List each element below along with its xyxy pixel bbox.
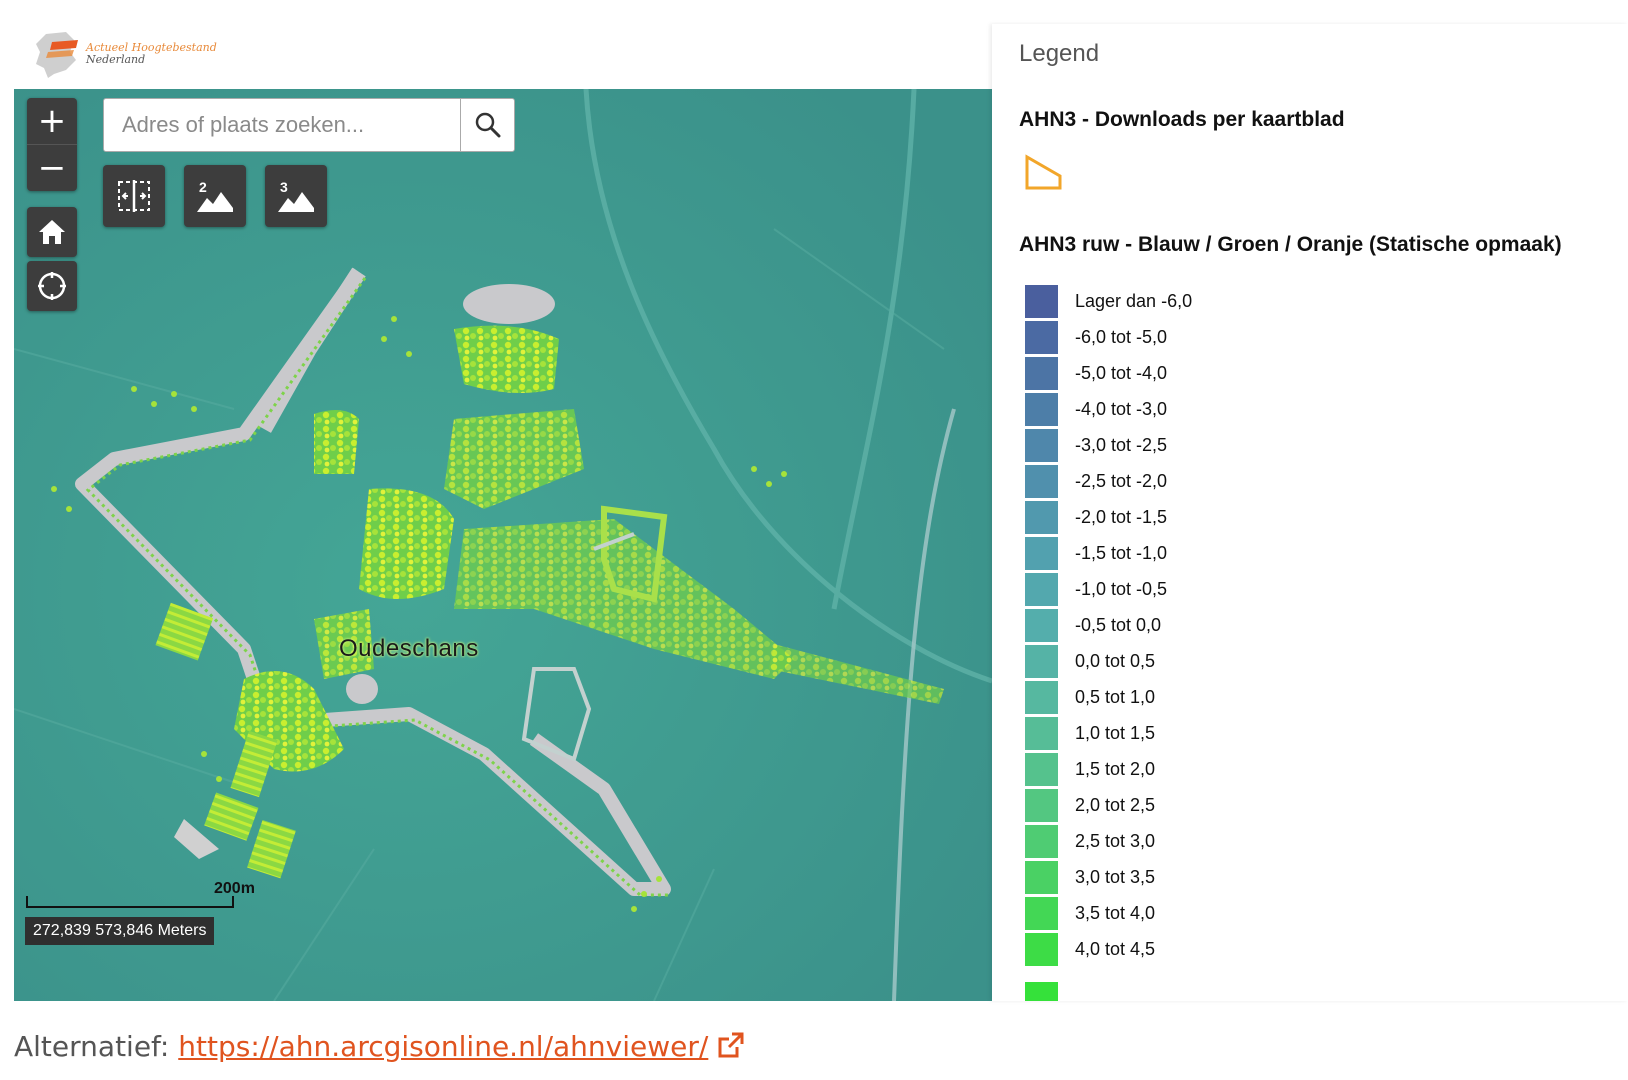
legend-label: -6,0 tot -5,0 bbox=[1075, 327, 1168, 347]
terrain-2d-button[interactable]: 2 bbox=[184, 165, 246, 227]
locate-button[interactable] bbox=[27, 261, 77, 311]
legend-item: -3,0 tot -2,5 bbox=[1025, 429, 1167, 462]
legend-swatch bbox=[1025, 573, 1058, 606]
legend-item: -4,0 tot -3,0 bbox=[1025, 393, 1167, 426]
zoom-control: + − bbox=[27, 98, 77, 191]
legend-item: 2,5 tot 3,0 bbox=[1025, 825, 1155, 858]
legend-item: -2,0 tot -1,5 bbox=[1025, 501, 1167, 534]
legend-item: -5,0 tot -4,0 bbox=[1025, 357, 1167, 390]
legend-label: 0,5 tot 1,0 bbox=[1075, 687, 1156, 707]
legend-swatch bbox=[1025, 321, 1058, 354]
home-control bbox=[27, 207, 77, 257]
legend-item: Lager dan -6,0 bbox=[1025, 285, 1192, 318]
swipe-compare-icon bbox=[118, 180, 150, 212]
legend-item: -0,5 tot 0,0 bbox=[1025, 609, 1161, 642]
external-link-icon[interactable] bbox=[717, 1031, 745, 1059]
legend-label: -3,0 tot -2,5 bbox=[1075, 435, 1168, 455]
legend-label: 4,0 tot 4,5 bbox=[1075, 939, 1156, 959]
search-icon bbox=[475, 112, 500, 138]
logo-line2: Nederland bbox=[86, 53, 146, 66]
legend-item: 0,5 tot 1,0 bbox=[1025, 681, 1155, 714]
terrain-3d-label: 3 bbox=[280, 179, 288, 195]
legend-swatch bbox=[1025, 285, 1058, 318]
legend-label: -4,0 tot -3,0 bbox=[1075, 399, 1168, 419]
legend-swatch bbox=[1025, 825, 1058, 858]
legend-item: 4,0 tot 4,5 bbox=[1025, 933, 1155, 966]
legend-label: 3,5 tot 4,0 bbox=[1075, 903, 1156, 923]
kaartblad-polygon-symbol-icon bbox=[1025, 154, 1062, 190]
legend-item: 1,0 tot 1,5 bbox=[1025, 717, 1155, 750]
home-icon bbox=[39, 220, 65, 244]
terrain-3d-icon: 3 bbox=[278, 179, 314, 212]
zoom-out-button[interactable]: − bbox=[27, 144, 77, 191]
legend-item: -1,5 tot -1,0 bbox=[1025, 537, 1167, 570]
scale-label: 200m bbox=[214, 880, 255, 897]
legend-swatch bbox=[1025, 609, 1058, 642]
search-box bbox=[103, 98, 515, 152]
legend-label: 3,0 tot 3,5 bbox=[1075, 867, 1156, 887]
legend-item: -2,5 tot -2,0 bbox=[1025, 465, 1167, 498]
legend-swatch bbox=[1025, 933, 1058, 966]
locate-control bbox=[27, 261, 77, 311]
alternative-link-row: Alternatief: https://ahn.arcgisonline.nl… bbox=[14, 1030, 745, 1063]
ahn-logo[interactable]: Actueel Hoogtebestand Nederland bbox=[32, 30, 252, 82]
legend-swatch bbox=[1025, 789, 1058, 822]
legend-swatch bbox=[1025, 501, 1058, 534]
legend-label: 0,0 tot 0,5 bbox=[1075, 651, 1156, 671]
legend-label: -0,5 tot 0,0 bbox=[1075, 615, 1162, 635]
legend-item: -1,0 tot -0,5 bbox=[1025, 573, 1167, 606]
legend-item: -6,0 tot -5,0 bbox=[1025, 321, 1167, 354]
legend-item: 0,0 tot 0,5 bbox=[1025, 645, 1155, 678]
legend-label: -1,5 tot -1,0 bbox=[1075, 543, 1168, 563]
search-input[interactable] bbox=[104, 99, 460, 151]
terrain-2d-label: 2 bbox=[199, 179, 207, 195]
map-view[interactable]: + − Adres of plaats zoeken... 2 3 Oudesc… bbox=[14, 89, 992, 1001]
layer-title-downloads: AHN3 - Downloads per kaartblad bbox=[1019, 108, 1345, 131]
legend-title: Legend bbox=[1019, 40, 1100, 67]
layer-title-ahn3-ruw: AHN3 ruw - Blauw / Groen / Oranje (Stati… bbox=[1019, 233, 1562, 256]
swipe-compare-button[interactable] bbox=[103, 165, 165, 227]
legend-label: -1,0 tot -0,5 bbox=[1075, 579, 1168, 599]
legend-label: 1,5 tot 2,0 bbox=[1075, 759, 1156, 779]
legend-label: -2,0 tot -1,5 bbox=[1075, 507, 1168, 527]
legend-item: 1,5 tot 2,0 bbox=[1025, 753, 1155, 786]
place-label: Oudeschans bbox=[339, 635, 479, 662]
legend-swatch bbox=[1025, 717, 1058, 750]
legend-item: 3,5 tot 4,0 bbox=[1025, 897, 1155, 930]
legend-label: 1,0 tot 1,5 bbox=[1075, 723, 1156, 743]
home-button[interactable] bbox=[27, 207, 77, 257]
terrain-3d-button[interactable]: 3 bbox=[265, 165, 327, 227]
legend-swatch bbox=[1025, 681, 1058, 714]
netherlands-map-logo-icon bbox=[36, 32, 78, 78]
coordinate-readout: 272,839 573,846 Meters bbox=[25, 917, 215, 945]
legend-swatch bbox=[1025, 357, 1058, 390]
legend-label: 2,5 tot 3,0 bbox=[1075, 831, 1156, 851]
legend-swatch bbox=[1025, 429, 1058, 462]
terrain-2d-icon: 2 bbox=[197, 179, 233, 212]
alternative-label: Alternatief: bbox=[14, 1030, 170, 1063]
legend-label: -5,0 tot -4,0 bbox=[1075, 363, 1168, 383]
legend-label: -2,5 tot -2,0 bbox=[1075, 471, 1168, 491]
ahnviewer-link[interactable]: https://ahn.arcgisonline.nl/ahnviewer/ bbox=[178, 1030, 708, 1063]
legend-swatch bbox=[1025, 753, 1058, 786]
zoom-in-button[interactable]: + bbox=[27, 98, 77, 144]
search-button[interactable] bbox=[460, 99, 514, 151]
legend-item: 3,0 tot 3,5 bbox=[1025, 861, 1155, 894]
legend-swatch bbox=[1025, 861, 1058, 894]
legend-swatch bbox=[1025, 465, 1058, 498]
legend-swatch-partial bbox=[1025, 982, 1058, 1001]
legend-label: Lager dan -6,0 bbox=[1075, 291, 1193, 311]
legend-swatch bbox=[1025, 393, 1058, 426]
legend-panel: Legend AHN3 - Downloads per kaartblad AH… bbox=[992, 24, 1628, 1001]
legend-swatch bbox=[1025, 645, 1058, 678]
legend-item: 2,0 tot 2,5 bbox=[1025, 789, 1155, 822]
legend-swatch bbox=[1025, 897, 1058, 930]
legend-label: 2,0 tot 2,5 bbox=[1075, 795, 1156, 815]
scale-bar bbox=[26, 896, 234, 908]
locate-icon bbox=[38, 272, 66, 300]
legend-swatch bbox=[1025, 537, 1058, 570]
